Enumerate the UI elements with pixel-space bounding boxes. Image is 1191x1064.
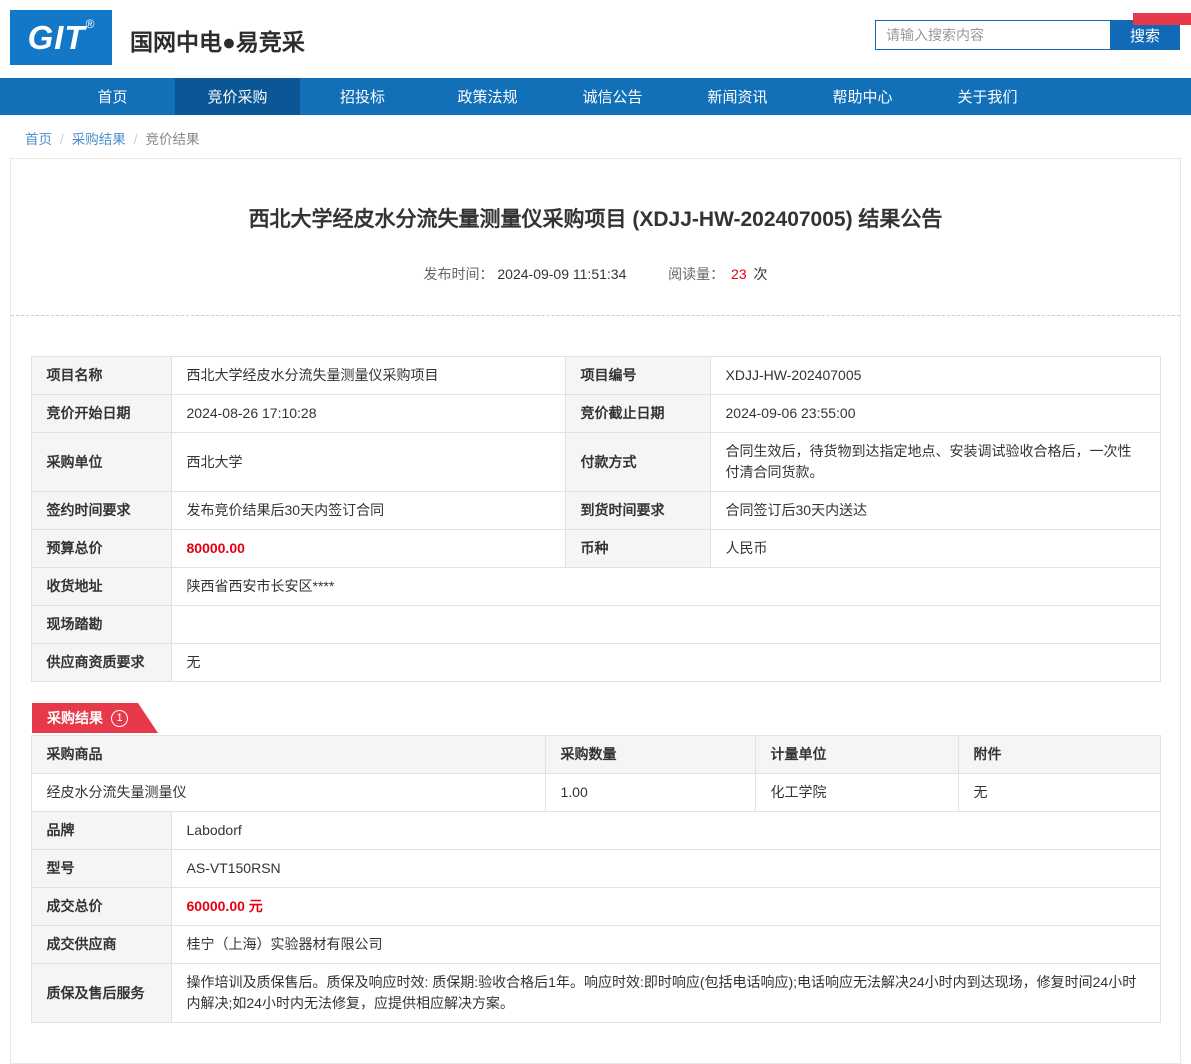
- model-value: AS-VT150RSN: [170, 849, 1161, 888]
- col-quantity: 采购数量: [544, 735, 756, 774]
- model-label: 型号: [30, 849, 172, 888]
- deal-price-value: 60000.00 元: [170, 887, 1161, 926]
- table-row: 预算总价 80000.00 币种 人民币: [30, 529, 1161, 568]
- main-nav: 首页 竞价采购 招投标 政策法规 诚信公告 新闻资讯 帮助中心 关于我们: [0, 78, 1191, 115]
- corner-red-flag: [1133, 13, 1191, 25]
- currency-value: 人民币: [709, 529, 1161, 568]
- item-unit: 化工学院: [754, 773, 959, 812]
- warranty-label: 质保及售后服务: [30, 963, 172, 1023]
- project-name-value: 西北大学经皮水分流失量测量仪采购项目: [170, 356, 566, 395]
- project-name-label: 项目名称: [30, 356, 172, 395]
- payment-label: 付款方式: [564, 432, 711, 492]
- site-survey-label: 现场踏勘: [30, 605, 172, 644]
- table-row: 现场踏勘: [30, 605, 1161, 644]
- breadcrumb: 首页 / 采购结果 / 竞价结果: [0, 115, 1191, 158]
- bid-start-label: 竞价开始日期: [30, 394, 172, 433]
- col-unit: 计量单位: [754, 735, 959, 774]
- col-attachment: 附件: [957, 735, 1161, 774]
- bid-end-label: 竞价截止日期: [564, 394, 711, 433]
- views-unit: 次: [753, 266, 768, 282]
- registered-trademark-icon: ®: [85, 17, 95, 31]
- supplier-label: 成交供应商: [30, 925, 172, 964]
- site-logo[interactable]: GIT ®: [10, 10, 112, 65]
- table-row: 项目名称 西北大学经皮水分流失量测量仪采购项目 项目编号 XDJJ-HW-202…: [30, 356, 1161, 395]
- breadcrumb-purchase-results[interactable]: 采购结果: [72, 132, 126, 147]
- page-title: 西北大学经皮水分流失量测量仪采购项目 (XDJJ-HW-202407005) 结…: [248, 208, 943, 231]
- sign-time-value: 发布竞价结果后30天内签订合同: [170, 491, 566, 530]
- item-attachment: 无: [957, 773, 1161, 812]
- table-row: 采购单位 西北大学 付款方式 合同生效后，待货物到达指定地点、安装调试验收合格后…: [30, 432, 1161, 492]
- table-header-row: 采购商品 采购数量 计量单位 附件: [30, 735, 1161, 774]
- table-row: 成交总价 60000.00 元: [30, 887, 1161, 926]
- site-title: 国网中电●易竞采: [130, 29, 305, 55]
- announcement-card: 西北大学经皮水分流失量测量仪采购项目 (XDJJ-HW-202407005) 结…: [10, 158, 1181, 1064]
- budget-label: 预算总价: [30, 529, 172, 568]
- col-product: 采购商品: [30, 735, 546, 774]
- nav-item-news[interactable]: 新闻资讯: [675, 78, 800, 115]
- sign-time-label: 签约时间要求: [30, 491, 172, 530]
- nav-item-bidding-purchase[interactable]: 竞价采购: [175, 78, 300, 115]
- table-row: 收货地址 陕西省西安市长安区****: [30, 567, 1161, 606]
- buyer-label: 采购单位: [30, 432, 172, 492]
- search-input[interactable]: [875, 20, 1110, 50]
- nav-item-home[interactable]: 首页: [50, 78, 175, 115]
- table-row: 供应商资质要求 无: [30, 643, 1161, 682]
- publish-time-label: 发布时间：: [423, 266, 494, 282]
- table-row: 型号 AS-VT150RSN: [30, 849, 1161, 888]
- address-label: 收货地址: [30, 567, 172, 606]
- item-quantity: 1.00: [544, 773, 756, 812]
- delivery-time-value: 合同签订后30天内送达: [709, 491, 1161, 530]
- purchase-result-ribbon: 采购结果 1: [32, 703, 158, 733]
- table-row: 品牌 Labodorf: [30, 811, 1161, 850]
- breadcrumb-separator: /: [133, 132, 138, 147]
- dashed-divider: [11, 315, 1180, 316]
- site-survey-value: [170, 605, 1161, 644]
- table-row: 经皮水分流失量测量仪 1.00 化工学院 无: [30, 773, 1161, 812]
- nav-item-policies[interactable]: 政策法规: [425, 78, 550, 115]
- views-label: 阅读量：: [668, 266, 725, 282]
- nav-item-tendering[interactable]: 招投标: [300, 78, 425, 115]
- breadcrumb-home[interactable]: 首页: [25, 132, 52, 147]
- nav-item-about-us[interactable]: 关于我们: [925, 78, 1050, 115]
- warranty-value: 操作培训及质保售后。质保及响应时效: 质保期:验收合格后1年。响应时效:即时响应…: [170, 963, 1161, 1023]
- page-header: GIT ® 国网中电●易竞采 搜索: [0, 0, 1191, 78]
- publish-time-value: 2024-09-09 11:51:34: [497, 266, 627, 282]
- purchase-result-label: 采购结果: [47, 710, 103, 726]
- project-no-label: 项目编号: [564, 356, 711, 395]
- bid-start-value: 2024-08-26 17:10:28: [170, 394, 566, 433]
- breadcrumb-separator: /: [60, 132, 64, 147]
- project-info-table: 项目名称 西北大学经皮水分流失量测量仪采购项目 项目编号 XDJJ-HW-202…: [30, 356, 1161, 682]
- logo-text: GIT: [27, 18, 86, 56]
- currency-label: 币种: [564, 529, 711, 568]
- item-product: 经皮水分流失量测量仪: [30, 773, 546, 812]
- nav-item-integrity-notice[interactable]: 诚信公告: [550, 78, 675, 115]
- table-row: 竞价开始日期 2024-08-26 17:10:28 竞价截止日期 2024-0…: [30, 394, 1161, 433]
- address-value: 陕西省西安市长安区****: [170, 567, 1161, 606]
- qualification-label: 供应商资质要求: [30, 643, 172, 682]
- table-row: 签约时间要求 发布竞价结果后30天内签订合同 到货时间要求 合同签订后30天内送…: [30, 491, 1161, 530]
- project-no-value: XDJJ-HW-202407005: [709, 356, 1161, 395]
- qualification-value: 无: [170, 643, 1161, 682]
- article-meta: 发布时间： 2024-09-09 11:51:34 阅读量： 23 次: [11, 264, 1180, 284]
- table-row: 质保及售后服务 操作培训及质保售后。质保及响应时效: 质保期:验收合格后1年。响…: [30, 963, 1161, 1023]
- supplier-value: 桂宁（上海）实验器材有限公司: [170, 925, 1161, 964]
- brand-value: Labodorf: [170, 811, 1161, 850]
- nav-item-help-center[interactable]: 帮助中心: [800, 78, 925, 115]
- views-count: 23: [731, 266, 747, 282]
- deal-price-label: 成交总价: [30, 887, 172, 926]
- breadcrumb-current: 竞价结果: [145, 132, 200, 147]
- brand-label: 品牌: [30, 811, 172, 850]
- budget-value: 80000.00: [170, 529, 566, 568]
- buyer-value: 西北大学: [170, 432, 566, 492]
- table-row: 成交供应商 桂宁（上海）实验器材有限公司: [30, 925, 1161, 964]
- result-count-badge: 1: [111, 710, 128, 727]
- payment-value: 合同生效后，待货物到达指定地点、安装调试验收合格后，一次性付清合同货款。: [709, 432, 1161, 492]
- result-detail-table: 品牌 Labodorf 型号 AS-VT150RSN 成交总价 60000.00…: [30, 811, 1161, 1023]
- result-items-table: 采购商品 采购数量 计量单位 附件 经皮水分流失量测量仪 1.00 化工学院 无: [30, 735, 1161, 812]
- bid-end-value: 2024-09-06 23:55:00: [709, 394, 1161, 433]
- delivery-time-label: 到货时间要求: [564, 491, 711, 530]
